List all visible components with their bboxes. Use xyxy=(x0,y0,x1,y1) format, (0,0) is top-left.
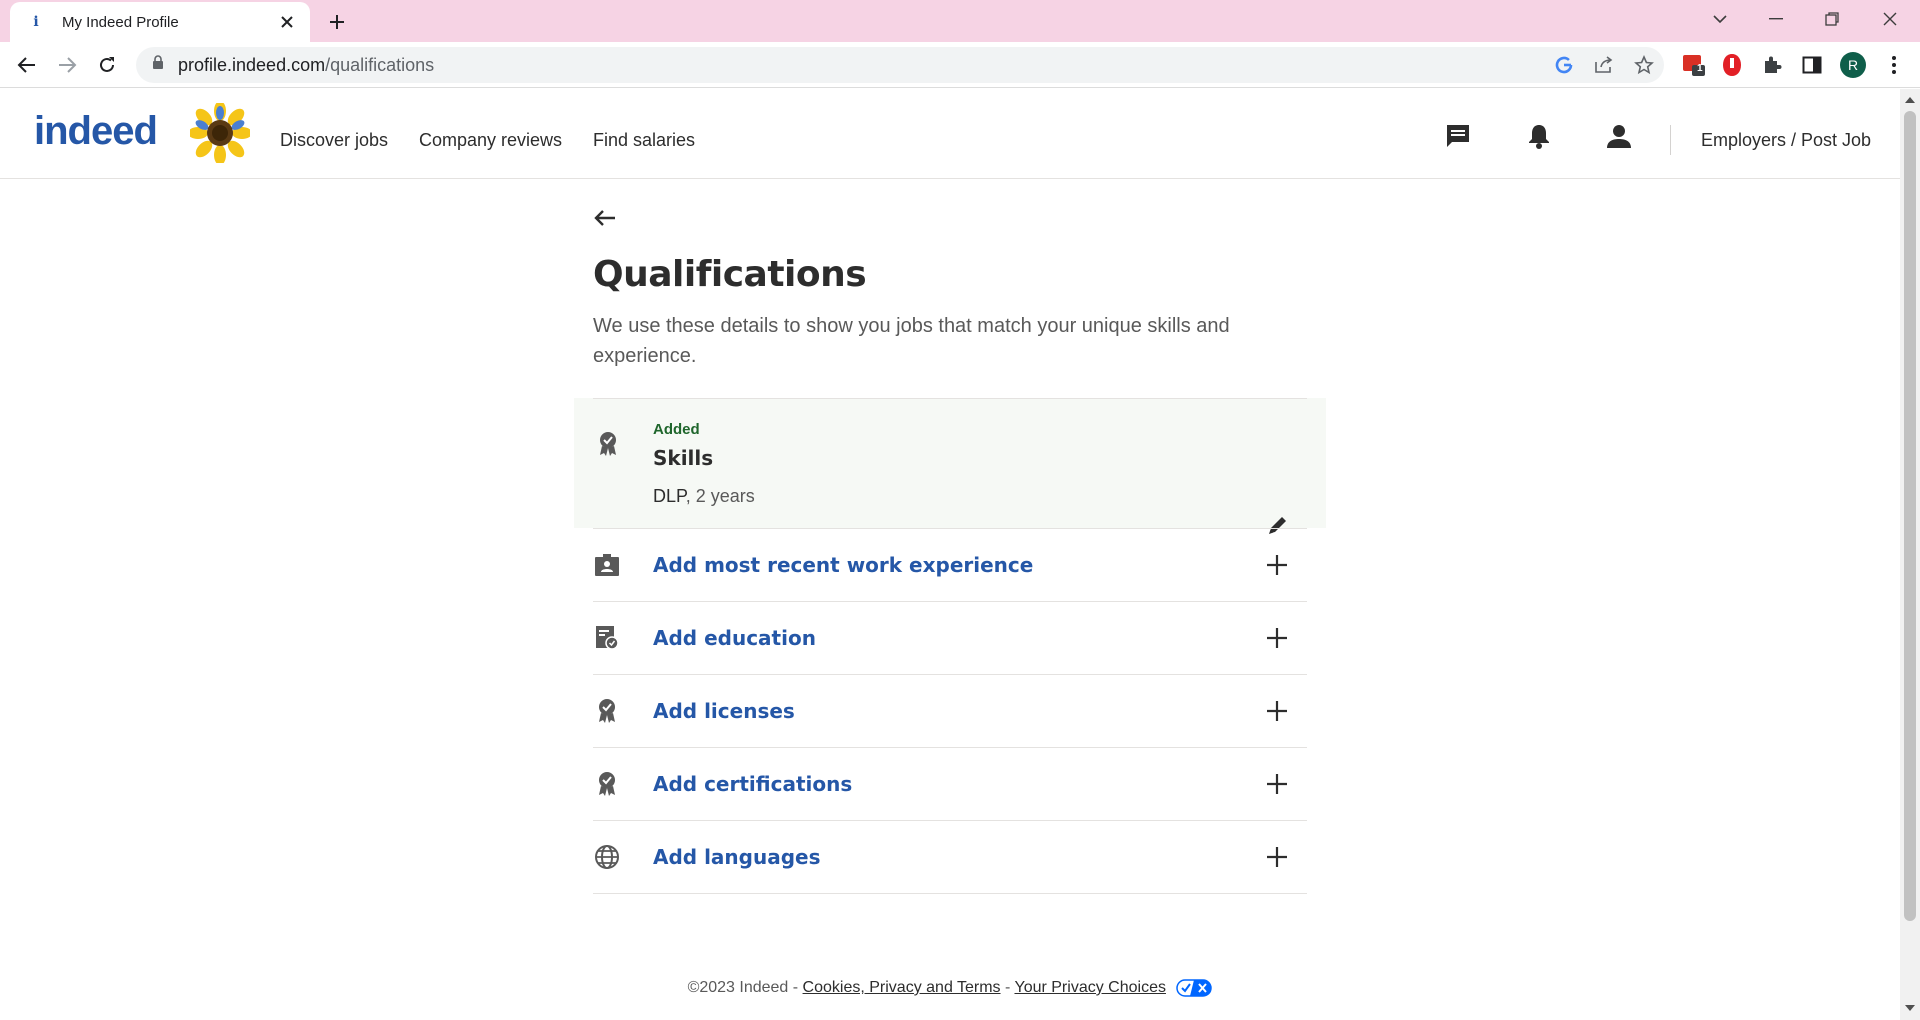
close-window-icon[interactable] xyxy=(1862,0,1918,38)
add-languages-row[interactable]: Add languages xyxy=(593,820,1307,893)
skills-detail: DLP, 2 years xyxy=(653,486,755,506)
skills-title: Skills xyxy=(653,446,714,470)
indeed-favicon-icon: i xyxy=(33,14,39,30)
page-subtitle: We use these details to show you jobs th… xyxy=(593,315,1230,367)
url-text: profile.indeed.com/qualifications xyxy=(178,54,435,75)
browser-tabstrip: i My Indeed Profile xyxy=(0,0,1920,42)
tab-search-chevron-icon[interactable] xyxy=(1692,0,1748,38)
scroll-up-arrow-icon[interactable] xyxy=(1905,95,1915,105)
divider xyxy=(593,893,1307,894)
page-scrollbar[interactable] xyxy=(1900,89,1920,1020)
scroll-thumb[interactable] xyxy=(1904,111,1916,921)
globe-icon xyxy=(593,843,621,871)
nav-company-reviews[interactable]: Company reviews xyxy=(419,130,562,151)
scroll-down-arrow-icon[interactable] xyxy=(1905,1003,1915,1013)
back-icon[interactable] xyxy=(11,49,43,81)
indeed-logo[interactable]: indeed xyxy=(34,109,158,154)
site-header: indeed Discover jobs Company reviews Fin… xyxy=(0,89,1900,179)
privacy-choices-link[interactable]: Your Privacy Choices xyxy=(1014,979,1165,996)
messages-icon[interactable] xyxy=(1443,121,1473,151)
employers-post-job-link[interactable]: Employers / Post Job xyxy=(1701,130,1871,151)
add-licenses-row[interactable]: Add licenses xyxy=(593,674,1307,747)
account-icon[interactable] xyxy=(1604,121,1634,151)
extensions-puzzle-icon[interactable] xyxy=(1758,51,1786,79)
privacy-choices-toggle-icon[interactable] xyxy=(1176,979,1213,997)
google-lens-icon[interactable] xyxy=(1552,53,1576,77)
restore-icon[interactable] xyxy=(1804,0,1860,38)
nav-find-salaries[interactable]: Find salaries xyxy=(593,130,695,151)
share-icon[interactable] xyxy=(1592,53,1616,77)
extension-badge: 1 xyxy=(1697,63,1703,74)
added-status-label: Added xyxy=(653,421,700,438)
skills-award-icon xyxy=(593,429,623,459)
add-certifications-row[interactable]: Add certifications xyxy=(593,747,1307,820)
back-arrow-icon[interactable] xyxy=(590,203,620,233)
lock-icon xyxy=(152,55,164,75)
browser-toolbar: profile.indeed.com/qualifications 1 R xyxy=(0,42,1920,88)
nav-discover-jobs[interactable]: Discover jobs xyxy=(280,130,388,151)
header-divider xyxy=(1670,125,1671,155)
footer: ©2023 Indeed - Cookies, Privacy and Term… xyxy=(0,979,1900,997)
license-award-icon xyxy=(593,697,621,725)
add-licenses-label[interactable]: Add licenses xyxy=(653,699,795,723)
add-education-label[interactable]: Add education xyxy=(653,626,816,650)
add-work-experience-label[interactable]: Add most recent work experience xyxy=(653,553,1033,577)
divider xyxy=(593,398,1307,399)
browser-tab[interactable]: i My Indeed Profile xyxy=(10,2,310,42)
add-education-row[interactable]: Add education xyxy=(593,601,1307,674)
certification-award-icon xyxy=(593,770,621,798)
reload-icon[interactable] xyxy=(91,49,123,81)
bookmark-star-icon[interactable] xyxy=(1632,53,1656,77)
side-panel-icon[interactable] xyxy=(1798,51,1826,79)
add-work-experience-row[interactable]: Add most recent work experience xyxy=(593,528,1307,601)
extension-red-icon[interactable]: 1 xyxy=(1680,51,1708,79)
copyright-text: ©2023 Indeed - xyxy=(687,979,803,997)
work-badge-icon xyxy=(593,551,621,579)
address-bar[interactable]: profile.indeed.com/qualifications xyxy=(136,47,1664,83)
profile-avatar[interactable]: R xyxy=(1840,52,1866,78)
new-tab-icon[interactable] xyxy=(324,9,350,35)
add-languages-label[interactable]: Add languages xyxy=(653,845,821,869)
forward-icon[interactable] xyxy=(51,49,83,81)
notifications-bell-icon[interactable] xyxy=(1524,121,1554,151)
chrome-menu-icon[interactable] xyxy=(1880,51,1908,79)
tab-close-icon[interactable] xyxy=(276,11,298,33)
plus-icon[interactable] xyxy=(1262,769,1292,799)
plus-icon[interactable] xyxy=(1262,550,1292,580)
plus-icon[interactable] xyxy=(1262,696,1292,726)
footer-separator: - xyxy=(1000,979,1015,997)
education-icon xyxy=(593,624,621,652)
cookies-privacy-terms-link[interactable]: Cookies, Privacy and Terms xyxy=(803,979,1001,996)
page-title: Qualifications xyxy=(593,254,867,295)
page-content: indeed Discover jobs Company reviews Fin… xyxy=(0,89,1900,1020)
plus-icon[interactable] xyxy=(1262,842,1292,872)
adblock-extension-icon[interactable] xyxy=(1718,51,1746,79)
sunflower-icon xyxy=(188,101,252,165)
plus-icon[interactable] xyxy=(1262,623,1292,653)
minimize-icon[interactable] xyxy=(1748,0,1804,38)
add-certifications-label[interactable]: Add certifications xyxy=(653,772,852,796)
tab-title: My Indeed Profile xyxy=(62,13,179,31)
